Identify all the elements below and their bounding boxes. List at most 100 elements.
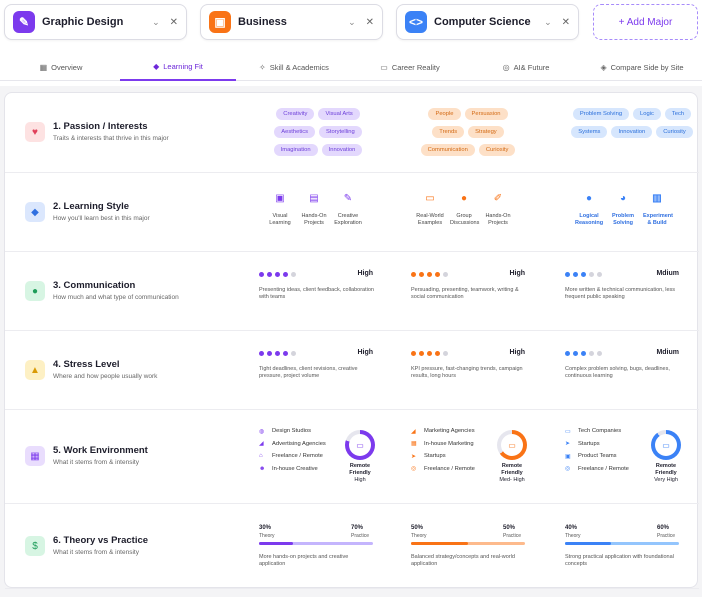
tab-label: Skill & Academics: [269, 63, 329, 72]
tab-ai-future[interactable]: ◎ AI& Future: [468, 54, 584, 81]
communication-level-dots: [259, 272, 296, 277]
communication-level-label: Mdium: [656, 270, 679, 277]
level-dot: [565, 351, 570, 356]
stress-level-label: Mdium: [656, 349, 679, 356]
pencil-icon: ✐: [493, 193, 503, 204]
tab-career-reality[interactable]: ▭ Career Reality: [352, 54, 468, 81]
level-dot: [411, 351, 416, 356]
row-subtitle: Traits & interests that thrive in this m…: [53, 135, 169, 142]
major-card-computer-science[interactable]: <> Computer Science ⌄ ✕: [396, 4, 579, 40]
tools-icon: ▤: [309, 193, 319, 204]
close-icon[interactable]: ✕: [366, 17, 374, 28]
tab-learning-fit[interactable]: ◆ Learning Fit: [120, 54, 236, 81]
learning-label: Real-World Examples: [416, 213, 444, 226]
level-dot: [581, 272, 586, 277]
chevron-down-icon[interactable]: ⌄: [544, 17, 552, 28]
learning-item: ◕ Problem Solving: [609, 194, 637, 226]
globe-icon: ◎: [565, 466, 571, 473]
communication-level-dots: [565, 272, 602, 277]
work-environment-item: ☻ In-house Creative: [259, 463, 326, 476]
tab-compare-side-by-site[interactable]: ◈ Compare Side by Site: [584, 54, 700, 81]
work-item-label: Marketing Agencies: [424, 428, 475, 435]
stress-description: Tight deadlines, client revisions, creat…: [259, 366, 358, 379]
level-dot: [275, 272, 280, 277]
major-card-graphic-design[interactable]: ✎ Graphic Design ⌄ ✕: [4, 4, 187, 40]
rocket-icon: ➤: [565, 441, 571, 448]
work-environment-item: ▦ In-house Marketing: [411, 438, 475, 451]
level-dot: [589, 272, 594, 277]
chevron-down-icon[interactable]: ⌄: [152, 17, 160, 28]
work-item-label: Startups: [424, 453, 446, 460]
work-environment-item: ➤ Startups: [411, 450, 475, 463]
row-title: 6. Theory vs Practice: [53, 535, 149, 546]
learning-label: Hands-On Projects: [485, 213, 511, 226]
level-dot: [443, 272, 448, 277]
work-item-label: Product Teams: [578, 453, 617, 460]
remote-level: Very High: [654, 477, 678, 483]
work-item-label: Freelance / Remote: [578, 465, 629, 472]
communication-description: Presenting ideas, client feedback, colla…: [259, 287, 374, 300]
practice-percent: 70%: [351, 525, 364, 531]
row-learning-style: ◆ 2. Learning Style How you'll learn bes…: [5, 173, 699, 252]
communication-level-label: High: [509, 270, 525, 277]
chip: Curiosity: [478, 144, 516, 156]
remote-friendly-ring: ▭: [497, 430, 527, 460]
row-passion: ♥ 1. Passion / Interests Traits & intere…: [5, 93, 699, 173]
chip: Logic: [633, 108, 661, 120]
major-name: Business: [238, 16, 287, 28]
tab-label: Overview: [51, 63, 83, 72]
stress-description: Complex problem solving, bugs, deadlines…: [565, 366, 670, 379]
row-theory-practice: $ 6. Theory vs Practice What it stems fr…: [5, 504, 699, 589]
theory-label: Theory: [565, 533, 581, 539]
add-major-button[interactable]: + Add Major: [593, 4, 698, 40]
remote-label: Remote Friendly: [349, 463, 371, 476]
chip: Innovation: [611, 126, 653, 138]
tab-label: Career Reality: [391, 63, 440, 72]
chip: Innovation: [321, 144, 363, 156]
communication-level-label: High: [357, 270, 373, 277]
theory-practice-fill: [411, 542, 468, 545]
heart-icon: ♥: [25, 122, 45, 142]
laptop-icon: ▭: [425, 193, 435, 204]
work-item-label: Design Studios: [272, 428, 311, 435]
practice-label: Practice: [657, 533, 676, 539]
work-environment-list: ◍ Design Studios ◢ Advertising Agencies ⌂ Fre…: [259, 425, 326, 475]
row-title: 2. Learning Style: [53, 201, 130, 212]
remote-label: Remote Friendly: [655, 463, 677, 476]
tab-overview[interactable]: ▦ Overview: [5, 54, 117, 81]
chip: Problem Solving: [572, 108, 630, 120]
stress-icon: ▲: [25, 360, 45, 380]
chat-icon: ●: [460, 193, 468, 204]
work-item-label: Advertising Agencies: [272, 440, 326, 447]
code-icon: <>: [405, 11, 427, 33]
level-dot: [291, 351, 296, 356]
work-environment-list: ◢ Marketing Agencies ▦ In-house Marketing ➤ S…: [411, 425, 475, 475]
theory-practice-fill: [259, 542, 293, 545]
design-icon: ✎: [13, 11, 35, 33]
stress-level-label: High: [357, 349, 373, 356]
row-title: 5. Work Environment: [53, 445, 148, 456]
close-icon[interactable]: ✕: [170, 17, 178, 28]
level-dot: [435, 351, 440, 356]
laptop-icon: ▭: [501, 434, 523, 456]
laptop-icon: ▭: [655, 434, 677, 456]
chevron-down-icon[interactable]: ⌄: [348, 17, 356, 28]
learning-item: ✎ Creative Exploration: [334, 194, 362, 226]
level-dot: [565, 272, 570, 277]
tab-label: AI& Future: [513, 63, 550, 72]
chip-group: Creativity Visual Arts Aesthetics Storyt…: [263, 108, 373, 156]
tab-label: Compare Side by Site: [610, 63, 684, 72]
major-name: Graphic Design: [42, 16, 124, 28]
theory-description: More hands-on projects and creative appl…: [259, 554, 349, 567]
close-icon[interactable]: ✕: [562, 17, 570, 28]
theory-description: Strong practical application with founda…: [565, 554, 674, 567]
megaphone-icon: ◢: [259, 441, 264, 448]
level-dot: [573, 351, 578, 356]
dollar-icon: $: [25, 536, 45, 556]
work-environment-item: ▣ Product Teams: [565, 450, 629, 463]
major-name: Computer Science: [434, 16, 531, 28]
chip: Imagination: [273, 144, 318, 156]
theory-percent: 50%: [411, 525, 424, 531]
tab-skill-academics[interactable]: ✧ Skill & Academics: [236, 54, 352, 81]
major-card-business[interactable]: ▣ Business ⌄ ✕: [200, 4, 383, 40]
